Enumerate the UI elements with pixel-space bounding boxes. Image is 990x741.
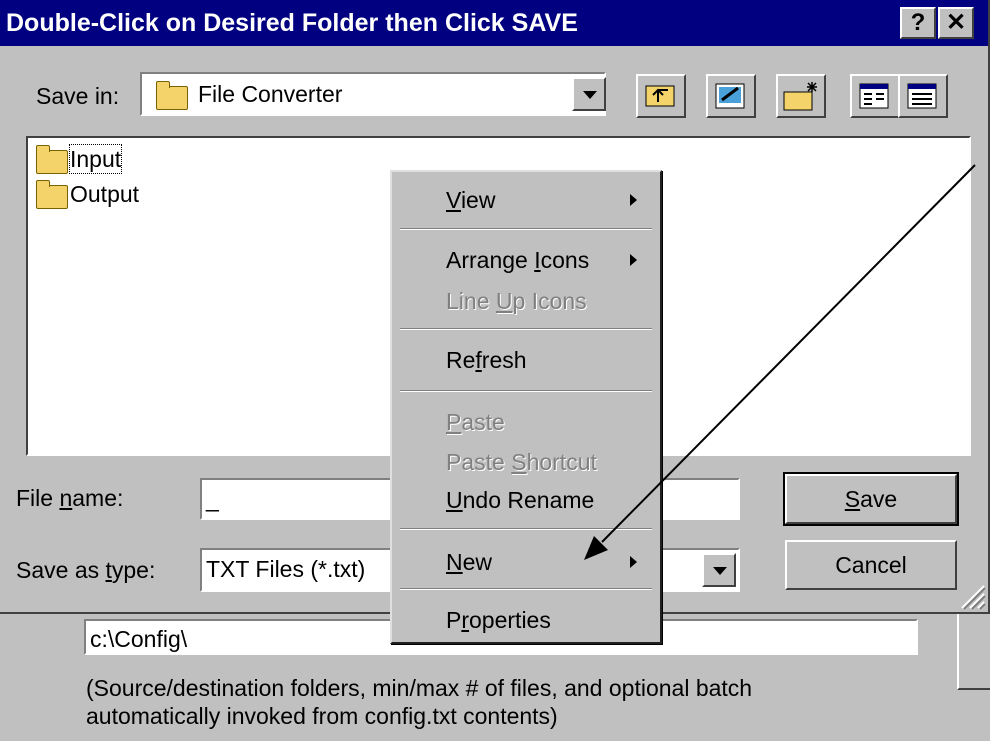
annotation-arrow-icon (584, 164, 976, 560)
